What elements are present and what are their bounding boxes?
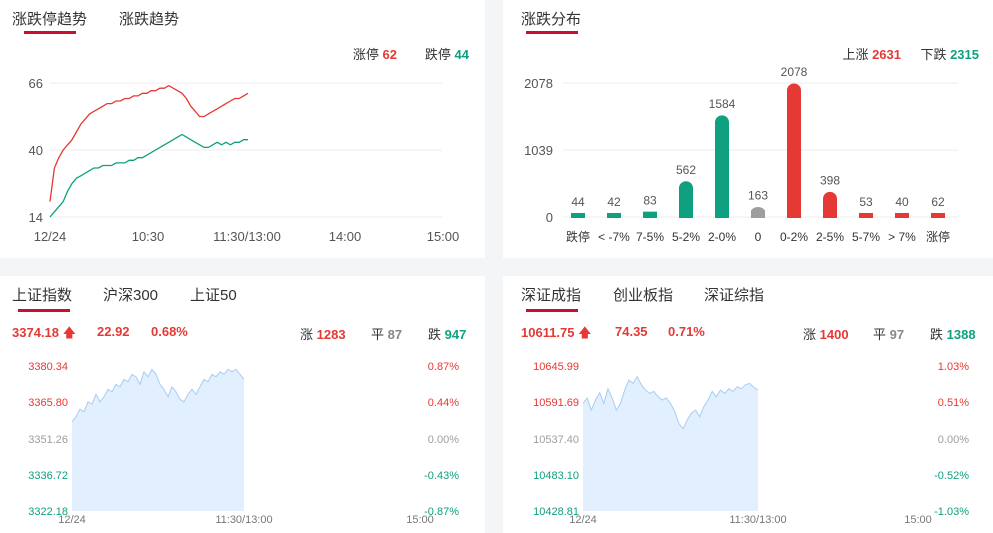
bar-value-label: 53: [859, 195, 873, 209]
x-tick-label: < -7%: [598, 230, 630, 244]
pct-tick-label: 0.51%: [938, 397, 969, 409]
bar-base: [607, 213, 621, 218]
bar-base: [679, 210, 693, 218]
bar-base: [571, 213, 585, 218]
x-tick-label: 2-0%: [708, 230, 736, 244]
pct-tick-label: 0.44%: [428, 397, 459, 409]
bar-value-label: 40: [895, 195, 909, 209]
bar-base: [643, 211, 657, 218]
limit-trend-panel: 涨跌停趋势 涨跌趋势 涨停 62 跌停 44 14 40 66 12/24 10:30 1…: [0, 0, 485, 258]
x-tick-label: 5-2%: [672, 230, 700, 244]
x-tick-label: 10:30: [132, 229, 165, 244]
y-tick-label: 40: [29, 143, 43, 158]
bar-value-label: 83: [643, 194, 657, 208]
distribution-chart: 0 1039 2078 44 跌停 42 < -7% 83 7-5% 562 5-2% 1584 2-0…: [524, 65, 958, 244]
bar-value-label: 1584: [709, 97, 736, 111]
y-tick-label: 3365.80: [28, 397, 68, 409]
x-tick-label: 11:30/13:00: [215, 514, 272, 526]
x-tick-label: 涨停: [926, 229, 950, 244]
x-tick-label: 12/24: [569, 514, 597, 526]
x-tick-label: 0: [755, 230, 762, 244]
bar-base: [751, 210, 765, 218]
x-tick-label: 7-5%: [636, 230, 664, 244]
x-tick-label: 14:00: [329, 229, 362, 244]
y-tick-label: 3380.34: [28, 361, 68, 373]
bar-base: [715, 210, 729, 218]
bar-value-label: 62: [931, 195, 945, 209]
bar-base: [787, 210, 801, 218]
x-tick-label: 12/24: [58, 514, 86, 526]
bar: [715, 115, 729, 218]
pct-tick-label: -0.43%: [424, 470, 459, 482]
x-tick-label: 跌停: [566, 229, 590, 244]
bar-value-label: 163: [748, 188, 768, 202]
y-tick-label: 14: [29, 210, 43, 225]
bar-base: [859, 213, 873, 218]
pct-tick-label: -0.52%: [934, 470, 969, 482]
x-tick-label: 11:30/13:00: [213, 229, 281, 244]
price-area: [583, 376, 758, 511]
x-tick-label: 15:00: [406, 514, 434, 526]
sh-index-chart: 3380.34 0.87% 3365.80 0.44% 3351.26 0.00% 3336…: [28, 361, 459, 526]
bar-value-label: 42: [607, 195, 621, 209]
limit-trend-chart: 14 40 66 12/24 10:30 11:30/13:00 14:00 15:00: [29, 76, 460, 244]
y-tick-label: 10537.40: [533, 434, 579, 446]
bar-value-label: 2078: [781, 65, 808, 79]
sz-index-chart: 10645.99 1.03% 10591.69 0.51% 10537.40 0.00% 1…: [533, 361, 969, 526]
y-tick-label: 0: [546, 210, 553, 225]
x-tick-label: 15:00: [904, 514, 932, 526]
bar-base: [823, 210, 837, 218]
pct-tick-label: 1.03%: [938, 361, 969, 373]
y-tick-label: 10645.99: [533, 361, 579, 373]
y-tick-label: 10483.10: [533, 470, 579, 482]
y-tick-label: 10591.69: [533, 397, 579, 409]
y-tick-label: 66: [29, 76, 43, 91]
x-tick-label: 11:30/13:00: [729, 514, 786, 526]
x-tick-label: 5-7%: [852, 230, 880, 244]
x-tick-label: 15:00: [427, 229, 460, 244]
x-tick-label: > 7%: [888, 230, 916, 244]
pct-tick-label: 0.00%: [938, 434, 969, 446]
y-tick-label: 3336.72: [28, 470, 68, 482]
limit-down-line: [49, 133, 248, 218]
bar-base: [895, 213, 909, 218]
bar-base: [931, 213, 945, 218]
bar-value-label: 44: [571, 195, 585, 209]
x-tick-label: 12/24: [34, 229, 67, 244]
x-tick-label: 0-2%: [780, 230, 808, 244]
bar-value-label: 562: [676, 163, 696, 177]
sz-index-panel: 深证成指 创业板指 深证综指 10611.75 🡅 74.35 0.71% 涨 …: [503, 276, 993, 533]
distribution-panel: 涨跌分布 上涨 2631 下跌 2315 0 1039 2078 44 跌停 42 < -7…: [503, 0, 993, 258]
pct-tick-label: 0.00%: [428, 434, 459, 446]
pct-tick-label: -1.03%: [934, 506, 969, 518]
x-tick-label: 2-5%: [816, 230, 844, 244]
bar-value-label: 398: [820, 173, 840, 187]
y-tick-label: 3351.26: [28, 434, 68, 446]
y-tick-label: 2078: [524, 76, 553, 91]
y-tick-label: 1039: [524, 143, 553, 158]
pct-tick-label: 0.87%: [428, 361, 459, 373]
price-area: [72, 369, 244, 511]
bar: [787, 83, 801, 218]
sh-index-panel: 上证指数 沪深300 上证50 3374.18 🡅 22.92 0.68% 涨 …: [0, 276, 485, 533]
